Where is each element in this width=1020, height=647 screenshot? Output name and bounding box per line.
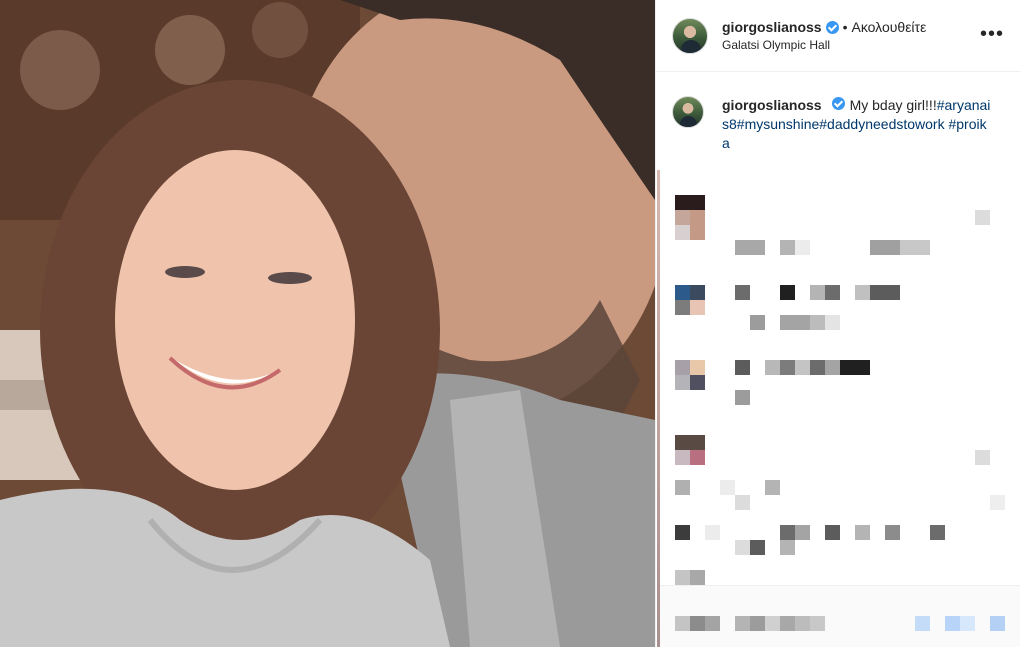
redacted-text <box>810 315 825 330</box>
redacted-text <box>765 360 780 375</box>
redacted-text <box>870 240 900 255</box>
redacted-avatar <box>675 225 690 240</box>
redacted-text <box>825 525 840 540</box>
redacted-avatar <box>690 375 705 390</box>
redacted-text <box>780 540 795 555</box>
redacted-avatar <box>690 210 705 240</box>
redacted-text <box>780 285 795 300</box>
redacted-text <box>690 570 705 585</box>
more-options-icon[interactable]: ••• <box>980 24 1004 44</box>
author-username[interactable]: giorgoslianoss <box>722 19 822 35</box>
redacted-avatar <box>675 300 690 315</box>
post-caption: giorgoslianoss My bday girl!!!#aryanais8#… <box>656 72 1020 153</box>
redacted-text <box>780 240 795 255</box>
redacted-text <box>735 390 750 405</box>
author-avatar[interactable] <box>672 17 708 54</box>
redacted-avatar <box>675 210 690 225</box>
header-text: giorgoslianoss • Ακολουθείτε Galatsi Oly… <box>722 19 926 52</box>
redacted-avatar <box>675 450 690 465</box>
redacted-text <box>750 315 765 330</box>
redacted-action <box>675 616 690 631</box>
comments-list <box>660 165 1020 585</box>
redacted-action <box>750 616 765 631</box>
post-header: giorgoslianoss • Ακολουθείτε Galatsi Oly… <box>656 0 1020 72</box>
post-footer <box>660 585 1020 647</box>
redacted-text <box>705 525 720 540</box>
redacted-avatar <box>690 300 705 315</box>
redacted-avatar <box>690 285 705 300</box>
redacted-text <box>825 360 840 375</box>
redacted-text <box>855 525 870 540</box>
redacted-action <box>810 616 825 631</box>
caption-text: giorgoslianoss My bday girl!!!#aryanais8#… <box>722 96 992 153</box>
redacted-avatar <box>675 375 690 390</box>
redacted-avatar <box>675 195 705 210</box>
redacted-avatar <box>675 525 690 540</box>
redacted-post-button[interactable] <box>915 616 930 631</box>
post-location[interactable]: Galatsi Olympic Hall <box>722 38 926 52</box>
redacted-text <box>675 570 690 585</box>
redacted-action <box>765 616 780 631</box>
redacted-text <box>900 240 930 255</box>
redacted-text <box>825 285 840 300</box>
caption-body: My bday girl!!! <box>849 97 937 113</box>
redacted-action <box>735 616 750 631</box>
redacted-post-button[interactable] <box>960 616 975 631</box>
caption-verified-badge-icon <box>831 97 845 110</box>
redacted-text <box>930 525 945 540</box>
redacted-avatar <box>675 360 690 375</box>
redacted-text <box>840 360 870 375</box>
redacted-text <box>885 525 900 540</box>
redacted-text <box>795 525 810 540</box>
redacted-text <box>735 285 750 300</box>
redacted-text <box>735 240 765 255</box>
caption-username[interactable]: giorgoslianoss <box>722 97 822 113</box>
redacted-text <box>990 495 1005 510</box>
redacted-avatar <box>675 285 690 300</box>
redacted-post-button[interactable] <box>990 616 1005 631</box>
redacted-text <box>780 525 795 540</box>
redacted-text <box>735 540 750 555</box>
redacted-text <box>735 360 750 375</box>
redacted-text <box>735 495 750 510</box>
caption-avatar[interactable] <box>672 96 704 128</box>
post-photo[interactable] <box>0 0 655 647</box>
redacted-text <box>795 360 810 375</box>
redacted-text <box>870 285 900 300</box>
redacted-text <box>720 480 735 495</box>
redacted-post-button[interactable] <box>945 616 960 631</box>
redacted-action <box>780 616 795 631</box>
redacted-text <box>795 240 810 255</box>
redacted-text <box>825 315 840 330</box>
redacted-avatar <box>690 450 705 465</box>
redacted-text <box>975 450 990 465</box>
redacted-text <box>765 480 780 495</box>
verified-badge-icon <box>825 20 839 34</box>
redacted-action <box>690 616 705 631</box>
redacted-text <box>750 540 765 555</box>
redacted-avatar <box>690 360 705 375</box>
redacted-text <box>810 360 825 375</box>
redacted-avatar <box>675 435 705 450</box>
redacted-text <box>675 480 690 495</box>
header-line: giorgoslianoss • Ακολουθείτε <box>722 19 926 35</box>
separator-dot: • <box>842 19 848 35</box>
redacted-text <box>780 360 795 375</box>
redacted-action <box>795 616 810 631</box>
following-button[interactable]: Ακολουθείτε <box>851 19 926 35</box>
redacted-text <box>975 210 990 225</box>
redacted-text <box>780 315 810 330</box>
photo-illustration <box>0 0 655 647</box>
redacted-text <box>810 285 825 300</box>
redacted-text <box>855 285 870 300</box>
redacted-action <box>705 616 720 631</box>
